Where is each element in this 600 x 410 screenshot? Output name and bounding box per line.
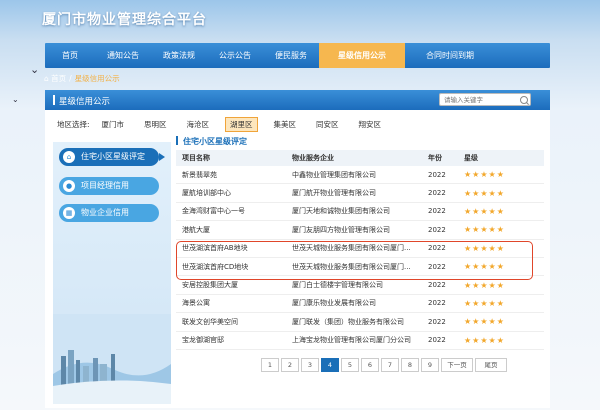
highlight-box (176, 241, 533, 280)
project-name[interactable]: 金海湾财富中心一号 (176, 202, 286, 222)
year-cell: 2022 (422, 220, 458, 240)
main-panel: 星级信用公示 地区选择: 厦门市思明区海沧区湖里区集美区同安区翔安区 ⌂ 住宅小区… (45, 90, 550, 408)
nav-item-6[interactable]: 合同时间到期 (405, 43, 495, 68)
project-name[interactable]: 宝龙御湖官邸 (176, 331, 286, 350)
project-name[interactable]: 海景公寓 (176, 294, 286, 314)
home-icon: ⌂ (44, 74, 49, 83)
nav-item-2[interactable]: 政策法规 (151, 43, 207, 68)
breadcrumb-separator: / (69, 74, 72, 83)
star-rating: ★★★★★ (458, 183, 544, 203)
bird-icon: ⌄ (30, 63, 40, 76)
panel-title-bar (53, 95, 55, 105)
district-option[interactable]: 湖里区 (225, 117, 258, 132)
company-name: 上海宝龙物业管理有限公司厦门分公司 (286, 331, 422, 350)
star-rating: ★★★★★ (458, 312, 544, 332)
company-name: 厦门联发（集团）物业服务有限公司 (286, 312, 422, 332)
table-row[interactable]: 厦航培训部中心 厦门航开物业管理有限公司 2022 ★★★★★ (176, 183, 544, 203)
panel-title: 星级信用公示 (59, 97, 111, 107)
star-rating: ★★★★★ (458, 294, 544, 314)
bird-icon: ⌄ (12, 95, 19, 104)
section-title: 住宅小区星级评定 (176, 136, 247, 147)
search-icon[interactable] (520, 96, 528, 104)
sidebar-item-label: 住宅小区星级评定 (81, 152, 145, 161)
sidebar-item-community-rating[interactable]: ⌂ 住宅小区星级评定 (59, 148, 165, 166)
main-nav: 首页 通知公告 政策法规 公示公告 便民服务 星级信用公示 合同时间到期 (45, 43, 550, 68)
star-rating: ★★★★★ (458, 331, 544, 350)
home-icon: ⌂ (63, 151, 75, 163)
sidebar: ⌂ 住宅小区星级评定 ● 项目经理信用 ▦ 物业企业信用 (53, 142, 171, 404)
year-cell: 2022 (422, 331, 458, 350)
page-button[interactable]: 6 (361, 358, 379, 372)
district-option[interactable]: 思明区 (140, 118, 171, 131)
col-year: 年份 (422, 150, 458, 166)
table-row[interactable]: 港航大厦 厦门友朋四方物业管理有限公司 2022 ★★★★★ (176, 220, 544, 240)
year-cell: 2022 (422, 183, 458, 203)
table-row[interactable]: 金海湾财富中心一号 厦门天地和诚物业集团有限公司 2022 ★★★★★ (176, 202, 544, 222)
breadcrumb-current: 星级信用公示 (74, 74, 120, 83)
nav-item-0[interactable]: 首页 (45, 43, 95, 68)
project-name[interactable]: 联发文创华美空间 (176, 312, 286, 332)
year-cell: 2022 (422, 312, 458, 332)
table-row[interactable]: 宝龙御湖官邸 上海宝龙物业管理有限公司厦门分公司 2022 ★★★★★ (176, 331, 544, 350)
last-page-button[interactable]: 尾页 (475, 358, 507, 372)
nav-item-1[interactable]: 通知公告 (95, 43, 151, 68)
site-title: 厦门市物业管理综合平台 (42, 12, 207, 28)
district-label: 地区选择: (57, 120, 90, 129)
table-header-row: 项目名称 物业服务企业 年份 星级 (176, 150, 544, 166)
col-project: 项目名称 (176, 150, 286, 166)
company-name: 中鑫物业管理集团有限公司 (286, 166, 422, 185)
col-company: 物业服务企业 (286, 150, 422, 166)
page-button[interactable]: 2 (281, 358, 299, 372)
pagination: 1 2 3 4 5 6 7 8 9 下一页 尾页 (261, 358, 509, 372)
star-rating: ★★★★★ (458, 220, 544, 240)
star-rating: ★★★★★ (458, 202, 544, 222)
year-cell: 2022 (422, 294, 458, 314)
table-row[interactable]: 新景翡翠苑 中鑫物业管理集团有限公司 2022 ★★★★★ (176, 166, 544, 185)
project-name[interactable]: 厦航培训部中心 (176, 183, 286, 203)
breadcrumb-home[interactable]: 首页 (51, 74, 66, 83)
project-name[interactable]: 港航大厦 (176, 220, 286, 240)
company-name: 厦门康乐物业发展有限公司 (286, 294, 422, 314)
sidebar-item-manager-credit[interactable]: ● 项目经理信用 (59, 177, 159, 195)
page-button[interactable]: 7 (381, 358, 399, 372)
table-row[interactable]: 海景公寓 厦门康乐物业发展有限公司 2022 ★★★★★ (176, 294, 544, 314)
nav-item-4[interactable]: 便民服务 (263, 43, 319, 68)
sidebar-item-enterprise-credit[interactable]: ▦ 物业企业信用 (59, 204, 159, 222)
page-button[interactable]: 5 (341, 358, 359, 372)
company-name: 厦门友朋四方物业管理有限公司 (286, 220, 422, 240)
district-option[interactable]: 海沧区 (183, 118, 214, 131)
year-cell: 2022 (422, 202, 458, 222)
district-option[interactable]: 集美区 (270, 118, 301, 131)
star-rating: ★★★★★ (458, 166, 544, 185)
sidebar-item-label: 项目经理信用 (81, 181, 129, 190)
sidebar-item-label: 物业企业信用 (81, 208, 129, 217)
nav-item-5[interactable]: 星级信用公示 (319, 43, 405, 68)
breadcrumb: ⌂ 首页 / 星级信用公示 (44, 73, 120, 84)
district-option[interactable]: 翔安区 (355, 118, 386, 131)
page-button[interactable]: 9 (421, 358, 439, 372)
project-name[interactable]: 新景翡翠苑 (176, 166, 286, 185)
page-button[interactable]: 3 (301, 358, 319, 372)
district-option[interactable]: 同安区 (312, 118, 343, 131)
page-button[interactable]: 8 (401, 358, 419, 372)
district-option[interactable]: 厦门市 (98, 118, 129, 131)
nav-item-3[interactable]: 公示公告 (207, 43, 263, 68)
panel-header: 星级信用公示 (45, 90, 550, 110)
col-stars: 星级 (458, 150, 544, 166)
district-filter: 地区选择: 厦门市 思明区 海沧区 湖里区 集美区 同安区 翔安区 (57, 117, 397, 132)
company-name: 厦门天地和诚物业集团有限公司 (286, 202, 422, 222)
person-icon: ● (63, 180, 75, 192)
year-cell: 2022 (422, 166, 458, 185)
search-input[interactable] (439, 93, 531, 106)
company-name: 厦门航开物业管理有限公司 (286, 183, 422, 203)
page-button[interactable]: 1 (261, 358, 279, 372)
city-skyline-image (53, 314, 171, 404)
building-icon: ▦ (63, 207, 75, 219)
table-row[interactable]: 联发文创华美空间 厦门联发（集团）物业服务有限公司 2022 ★★★★★ (176, 312, 544, 332)
page-button[interactable]: 4 (321, 358, 339, 372)
next-page-button[interactable]: 下一页 (441, 358, 473, 372)
